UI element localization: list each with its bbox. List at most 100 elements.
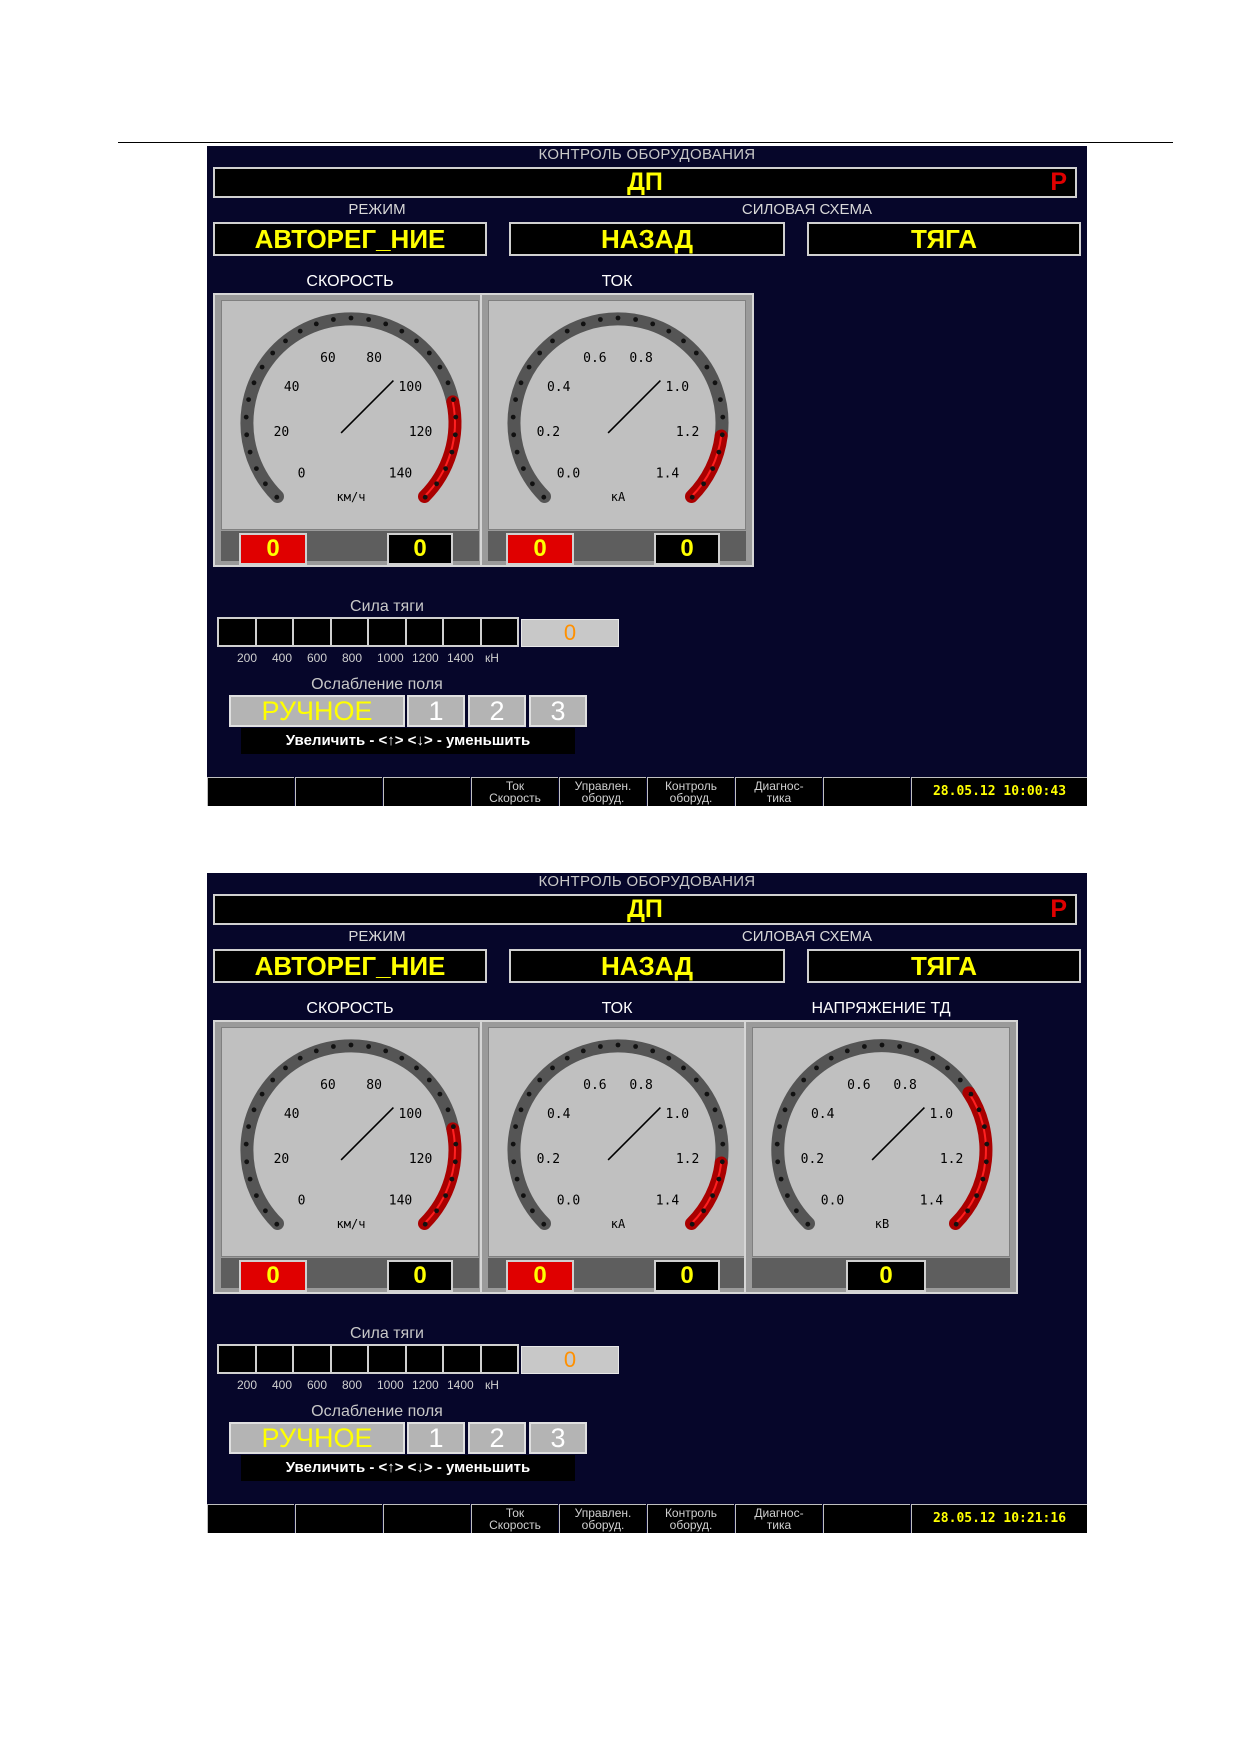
speed-scale-dot (297, 328, 303, 334)
speed-scale-dot (453, 414, 459, 420)
speed-scale-dot (331, 317, 336, 322)
function-key-5[interactable]: Управлен. оборуд. (559, 1504, 646, 1533)
function-key-6[interactable]: Контроль оборуд. (647, 1504, 734, 1533)
speed-tick-label: 60 (320, 351, 336, 366)
traction-force-segment (444, 1346, 480, 1372)
function-key-2[interactable] (295, 1504, 382, 1533)
speed-scale-dot (247, 1176, 253, 1182)
current-tick-label: 0.8 (629, 351, 652, 366)
date-time-display: 28.05.12 10:00:43 (911, 777, 1087, 806)
current-scale-dot (681, 1065, 686, 1071)
voltage-scale-dot (844, 1048, 850, 1054)
traction-force-tick: 200 (237, 1378, 258, 1392)
current-scale-dot (615, 1042, 621, 1048)
current-scale-dot (598, 1044, 603, 1049)
flag-indicator: Р (1050, 895, 1067, 923)
field-weakening-step-3-button[interactable]: 3 (529, 1422, 587, 1454)
voltage-scale-dot (974, 1193, 979, 1198)
current-unit-label: кА (611, 1217, 626, 1231)
voltage-scale-dot (980, 1176, 986, 1182)
field-weakening-step-3-button[interactable]: 3 (529, 695, 587, 727)
current-scale-dot (704, 1091, 710, 1097)
function-key-6[interactable]: Контроль оборуд. (647, 777, 734, 806)
voltage-scale-dot (790, 1091, 796, 1097)
voltage-scale-dot (953, 1221, 959, 1227)
current-scale-dot (720, 414, 726, 420)
current-gauge-svg: 0.0 0.2 0.4 0.6 0.8 1.0 1.2 1.4 кА (507, 1039, 729, 1231)
current-scale-dot (521, 466, 526, 471)
voltage-scale-dot (862, 1044, 867, 1049)
current-scale-dot (510, 1141, 516, 1147)
traction-force-tick: 1200 (412, 1378, 439, 1392)
voltage-scale-dot (805, 1221, 811, 1227)
power-state-box: ТЯГА (807, 222, 1081, 256)
function-key-1[interactable] (207, 777, 294, 806)
speed-scale-dot (414, 338, 419, 344)
voltage-scale-dot (777, 1124, 782, 1129)
speed-scale-dot (449, 449, 455, 455)
speed-scale-dot (270, 1077, 276, 1083)
traction-force-segment (219, 619, 255, 645)
speed-scale-dot (274, 494, 280, 500)
traction-force-segment (444, 619, 480, 645)
current-scale-dot (518, 380, 524, 386)
function-key-1[interactable] (207, 1504, 294, 1533)
traction-force-tick: 1400 (447, 651, 474, 665)
function-key-8[interactable] (823, 1504, 910, 1533)
traction-force-tick: 600 (307, 1378, 328, 1392)
traction-force-tick: 400 (272, 651, 293, 665)
speed-actual-value: 0 (387, 533, 453, 565)
function-key-4[interactable]: Ток Скорость (471, 777, 558, 806)
speed-tick-label: 120 (409, 1152, 432, 1167)
speed-scale-dot (283, 338, 288, 344)
speed-set-value: 0 (239, 533, 307, 565)
speed-scale-dot (422, 1221, 428, 1227)
voltage-scale-dot (983, 1159, 989, 1165)
traction-force-segment (481, 619, 517, 645)
screen-title: КОНТРОЛЬ ОБОРУДОВАНИЯ (538, 146, 756, 163)
field-weakening-step-2-button[interactable]: 2 (468, 695, 526, 727)
field-weakening-manual-button[interactable]: РУЧНОЕ (229, 1422, 405, 1454)
function-key-4[interactable]: Ток Скорость (471, 1504, 558, 1533)
traction-force-tick: 800 (342, 1378, 363, 1392)
function-key-7[interactable]: Диагнос-тика (735, 1504, 822, 1533)
speed-readout-strip: 00 (221, 1258, 479, 1292)
function-key-2[interactable] (295, 777, 382, 806)
current-gauge: 0.0 0.2 0.4 0.6 0.8 1.0 1.2 1.4 кА 0 0 (480, 1020, 754, 1294)
traction-force-segment (369, 1346, 405, 1372)
current-scale-dot (521, 1193, 526, 1198)
power-circuit-label: СИЛОВАЯ СХЕМА (741, 928, 873, 945)
speed-scale-dot (366, 317, 371, 322)
power-circuit-label: СИЛОВАЯ СХЕМА (741, 201, 873, 218)
speed-scale-dot (243, 414, 249, 420)
date-time-display: 28.05.12 10:21:16 (911, 1504, 1087, 1533)
function-key-3[interactable] (383, 1504, 470, 1533)
current-tick-label: 0.2 (537, 425, 560, 440)
traction-force-segment (406, 1346, 442, 1372)
voltage-scale-dot (775, 1159, 781, 1165)
current-scale-dot (514, 449, 520, 455)
speed-scale-dot (246, 397, 251, 402)
current-scale-dot (716, 1176, 722, 1182)
field-weakening-step-1-button[interactable]: 1 (407, 1422, 465, 1454)
current-scale-dot (530, 1208, 535, 1214)
field-weakening-step-2-button[interactable]: 2 (468, 1422, 526, 1454)
field-weakening-manual-button[interactable]: РУЧНОЕ (229, 695, 405, 727)
speed-gauge-svg: 0 20 40 60 80 100 120 140 км/ч (240, 312, 462, 504)
function-key-3[interactable] (383, 777, 470, 806)
current-actual-value: 0 (654, 533, 720, 565)
speed-scale-dot (434, 481, 439, 487)
current-scale-dot (650, 321, 656, 327)
function-key-label: Скорость (489, 1518, 541, 1532)
speed-scale-dot (453, 1141, 459, 1147)
function-key-8[interactable] (823, 777, 910, 806)
current-readout-strip: 00 (488, 531, 746, 565)
function-key-7[interactable]: Диагнос-тика (735, 777, 822, 806)
speed-scale-dot (313, 1048, 319, 1054)
field-weakening-step-1-button[interactable]: 1 (407, 695, 465, 727)
current-scale-dot (710, 466, 715, 471)
voltage-gauge: 0.0 0.2 0.4 0.6 0.8 1.0 1.2 1.4 кВ 0 (744, 1020, 1018, 1294)
speed-scale-dot (449, 1176, 455, 1182)
speed-scale-dot (244, 1159, 250, 1165)
function-key-5[interactable]: Управлен. оборуд. (559, 777, 646, 806)
